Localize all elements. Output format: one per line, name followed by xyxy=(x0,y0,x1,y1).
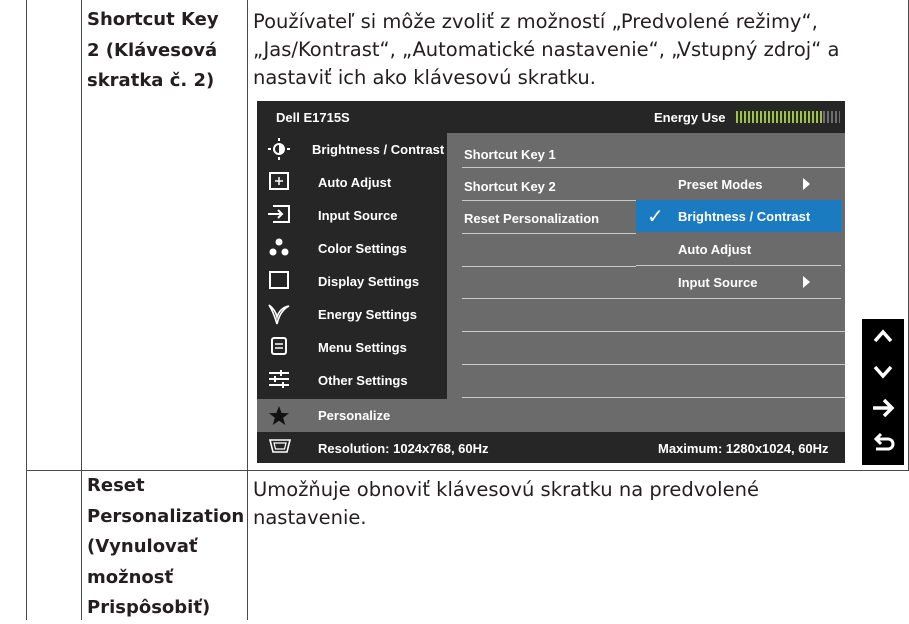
maximum-resolution: Maximum: 1280x1024, 60Hz xyxy=(658,441,829,456)
up-arrow-icon[interactable] xyxy=(862,321,904,357)
menu-item-label: Auto Adjust xyxy=(318,175,392,190)
brightness-icon xyxy=(267,138,291,160)
osd-status-bar: Resolution: 1024x768, 60Hz Maximum: 1280… xyxy=(257,432,845,463)
input-source-icon xyxy=(267,204,291,226)
term-line: Prispôsobiť) xyxy=(87,597,211,618)
vga-connector-icon xyxy=(268,437,292,455)
color-settings-icon xyxy=(267,237,291,259)
table-border xyxy=(81,0,82,620)
menu-item-color-settings[interactable]: Color Settings xyxy=(257,232,447,265)
menu-item-label: Menu Settings xyxy=(318,340,407,355)
checkmark-icon: ✓ xyxy=(647,206,664,228)
menu-item-label: Color Settings xyxy=(318,241,407,256)
submenu-shortcut-key-2[interactable]: Shortcut Key 2 xyxy=(464,170,628,202)
submenu-arrow-icon xyxy=(803,178,810,190)
option-label: Input Source xyxy=(678,275,758,290)
submenu-label: Shortcut Key 2 xyxy=(464,179,556,194)
osd-button-panel xyxy=(862,319,904,465)
submenu-label: Shortcut Key 1 xyxy=(464,147,556,162)
menu-item-label: Other Settings xyxy=(318,373,408,388)
menu-item-label: Display Settings xyxy=(318,274,420,289)
submenu-reset-personalization[interactable]: Reset Personalization xyxy=(464,202,628,234)
submenu-shortcut-key-1[interactable]: Shortcut Key 1 xyxy=(464,138,628,170)
right-arrow-icon[interactable] xyxy=(862,393,904,429)
term-line: skratka č. 2) xyxy=(87,70,215,91)
term-cell: Reset Personalization (Vynulovať možnosť… xyxy=(87,471,244,624)
menu-item-label: Energy Settings xyxy=(318,307,417,322)
description-line: Používateľ si môže zvoliť z možností „Pr… xyxy=(253,10,818,33)
option-input-source[interactable]: Input Source xyxy=(636,266,841,298)
menu-item-energy-settings[interactable]: Energy Settings xyxy=(257,298,447,331)
osd-main-menu: Brightness / Contrast Auto Adjust Input … xyxy=(257,133,447,433)
term-line: Personalization xyxy=(87,505,245,527)
term-line: Shortcut Key xyxy=(87,9,219,30)
term-line: 2 (Klávesová xyxy=(87,39,218,61)
menu-item-display-settings[interactable]: Display Settings xyxy=(257,265,447,298)
other-settings-icon xyxy=(267,369,291,391)
option-preset-modes[interactable]: Preset Modes xyxy=(636,168,841,200)
star-icon xyxy=(267,405,291,427)
energy-leaf-icon xyxy=(267,303,291,325)
table-border xyxy=(26,0,27,620)
divider xyxy=(462,331,845,332)
osd-menu-screenshot: Dell E1715S Energy Use Brightness / Cont… xyxy=(257,101,845,463)
energy-meter-remaining xyxy=(823,111,840,123)
term-cell: Shortcut Key 2 (Klávesová skratka č. 2) xyxy=(87,5,219,97)
option-label: Brightness / Contrast xyxy=(678,209,811,224)
menu-item-brightness-contrast[interactable]: Brightness / Contrast xyxy=(257,133,447,166)
divider xyxy=(462,266,636,267)
submenu-label: Reset Personalization xyxy=(464,211,600,226)
option-label: Preset Modes xyxy=(678,177,763,192)
submenu-arrow-icon xyxy=(803,276,810,288)
menu-item-auto-adjust[interactable]: Auto Adjust xyxy=(257,166,447,199)
down-arrow-icon[interactable] xyxy=(862,357,904,393)
description-line: nastavenie. xyxy=(253,506,367,529)
menu-item-label: Brightness / Contrast xyxy=(312,142,445,157)
divider xyxy=(462,298,636,299)
divider xyxy=(462,397,845,398)
term-line: (Vynulovať xyxy=(87,536,198,557)
description-line: nastaviť ich ako klávesovú skratku. xyxy=(253,66,596,89)
monitor-model: Dell E1715S xyxy=(276,110,350,125)
description-line: „Jas/Kontrast“, „Automatické nastavenie“… xyxy=(253,38,840,61)
menu-item-menu-settings[interactable]: Menu Settings xyxy=(257,331,447,364)
divider xyxy=(462,233,636,234)
option-label: Auto Adjust xyxy=(678,242,752,257)
display-settings-icon xyxy=(267,270,291,292)
menu-item-personalize[interactable]: Personalize xyxy=(257,399,447,433)
option-auto-adjust[interactable]: Auto Adjust xyxy=(636,233,841,265)
description-line: Umožňuje obnoviť klávesovú skratku na pr… xyxy=(253,478,759,501)
option-brightness-contrast[interactable]: ✓ Brightness / Contrast xyxy=(636,200,841,232)
menu-item-label: Personalize xyxy=(318,408,391,423)
term-line: Reset xyxy=(87,475,145,496)
divider xyxy=(636,298,841,299)
osd-title-bar: Dell E1715S Energy Use xyxy=(257,101,845,133)
current-resolution: Resolution: 1024x768, 60Hz xyxy=(318,441,489,456)
menu-item-input-source[interactable]: Input Source xyxy=(257,199,447,232)
back-return-icon[interactable] xyxy=(862,429,904,465)
divider xyxy=(462,200,636,201)
divider xyxy=(462,364,845,365)
description-cell: Používateľ si môže zvoliť z možností „Pr… xyxy=(253,8,839,92)
menu-settings-icon xyxy=(267,336,291,358)
table-border xyxy=(247,0,248,620)
energy-use-label: Energy Use xyxy=(654,110,726,125)
menu-item-label: Input Source xyxy=(318,208,398,223)
auto-adjust-icon xyxy=(267,171,291,193)
description-cell: Umožňuje obnoviť klávesovú skratku na pr… xyxy=(253,476,759,532)
term-line: možnosť xyxy=(87,566,174,588)
menu-item-other-settings[interactable]: Other Settings xyxy=(257,364,447,397)
